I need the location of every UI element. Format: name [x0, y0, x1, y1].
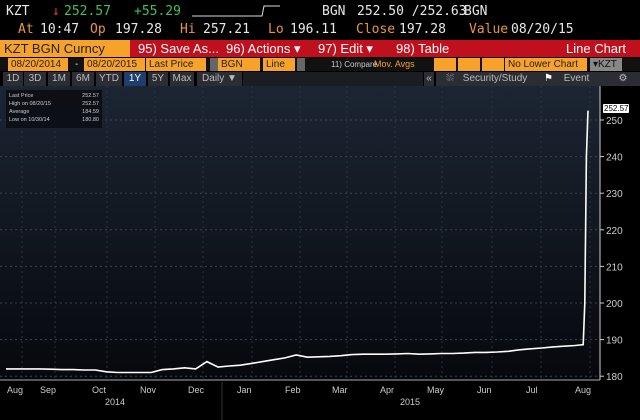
open-value: 197.28	[115, 22, 162, 37]
period-6m[interactable]: 6M	[72, 72, 94, 86]
currency: BGN	[322, 4, 346, 19]
compare-button[interactable]: 11) Compare	[328, 58, 377, 71]
settings-button[interactable]: ⚙	[606, 72, 640, 86]
period-1d[interactable]: 1D	[3, 72, 23, 86]
legend: Last Price 252.57 High on 08/20/15 252.57 …	[6, 90, 102, 128]
year-label: 2014	[105, 397, 125, 407]
x-tick-label: Dec	[188, 385, 205, 395]
at-label: At	[18, 22, 34, 37]
period-1y[interactable]: 1Y	[124, 72, 146, 86]
period-5y[interactable]: 5Y	[148, 72, 168, 86]
field-select[interactable]: Last Price	[146, 58, 206, 71]
bid-ask: 252.50 /252.63	[357, 4, 467, 19]
y-tick-label: 210	[606, 262, 623, 273]
save-as-button[interactable]: 95) Save As...	[134, 40, 219, 57]
x-tick-label: Oct	[92, 385, 107, 395]
high-value: 257.21	[203, 22, 250, 37]
dropdown-icon[interactable]	[210, 58, 218, 71]
open-label: Op	[90, 22, 106, 37]
y-tick-label: 190	[606, 336, 623, 347]
collapse-button[interactable]: «	[424, 72, 434, 86]
chart-icon: ⛆	[446, 73, 454, 84]
y-tick-label: 220	[606, 226, 623, 237]
mov-avgs-button[interactable]: Mov. Avgs	[371, 58, 415, 71]
low-label: Lo	[268, 22, 284, 37]
ccy-label: KZT	[598, 59, 617, 70]
ccy-select[interactable]: ▾KZT	[590, 58, 622, 71]
x-tick-label: Aug	[7, 385, 23, 395]
period-1m[interactable]: 1M	[48, 72, 70, 86]
period-max[interactable]: Max	[170, 72, 194, 86]
time: 10:47	[40, 22, 80, 37]
end-date-input[interactable]: 08/20/2015	[84, 58, 145, 71]
x-tick-label: Apr	[380, 385, 394, 395]
flag-icon: ⚑	[544, 73, 553, 84]
x-tick-label: Aug	[575, 385, 591, 395]
currency2: BGN	[464, 4, 488, 19]
y-tick-label: 230	[606, 189, 623, 200]
close-value: 197.28	[399, 22, 446, 37]
currency-select[interactable]: BGN	[218, 58, 260, 71]
dropdown-icon[interactable]	[297, 58, 305, 71]
security-study-label: Security/Study	[462, 73, 528, 84]
start-date-input[interactable]: 08/20/2014	[8, 58, 68, 71]
legend-avg: 184.59	[82, 109, 99, 115]
period-ytd[interactable]: YTD	[96, 72, 122, 86]
spacer	[243, 72, 423, 86]
price-chart: 180 190 200 210 220 230 240 250 Aug Sep Oct Nov Dec J…	[0, 86, 623, 420]
y-tick-label: 240	[606, 153, 623, 164]
y-tick-label: 200	[606, 299, 623, 310]
frequency-select[interactable]: Daily ▼	[197, 72, 242, 86]
close-label: Close	[356, 22, 396, 37]
actions-button[interactable]: 96) Actions ▾	[222, 40, 300, 57]
last-price: 252.57	[64, 4, 111, 19]
chart-type-title: Line Chart	[566, 41, 626, 56]
legend-avg-label: Average	[9, 109, 30, 115]
legend-last-label: Last Price	[9, 93, 34, 99]
x-tick-label: Jul	[526, 385, 538, 395]
year-label: 2015	[400, 397, 420, 407]
gear-icon: ⚙	[618, 73, 628, 84]
x-tick-label: Feb	[285, 385, 301, 395]
high-label: Hi	[180, 22, 196, 37]
edit-button[interactable]: 97) Edit ▾	[314, 40, 373, 57]
value-date: 08/20/15	[511, 22, 574, 37]
legend-last: 252.57	[82, 93, 99, 99]
last-value-label: 252.57	[603, 104, 630, 113]
legend-low-label: Low on 10/30/14	[9, 117, 50, 123]
ticker: KZT	[6, 4, 30, 19]
y-tick-label: 180	[606, 372, 623, 383]
event-label: Event	[563, 73, 590, 84]
x-tick-label: May	[427, 385, 445, 395]
x-tick-label: Nov	[140, 385, 157, 395]
table-button[interactable]: 98) Table	[392, 40, 449, 57]
edit-label: 97) Edit	[318, 41, 363, 56]
down-arrow-icon: ↓	[52, 4, 60, 19]
date-dash: -	[75, 59, 79, 70]
y-tick-label: 250	[606, 116, 623, 127]
lower-chart-select[interactable]: No Lower Chart	[505, 58, 587, 71]
x-tick-label: Jun	[477, 385, 492, 395]
blank-field[interactable]	[458, 58, 480, 71]
x-tick-label: Sep	[40, 385, 56, 395]
net-change: +55.29	[134, 4, 181, 19]
period-3d[interactable]: 3D	[24, 72, 46, 86]
x-tick-label: Mar	[332, 385, 348, 395]
security-field[interactable]: KZT BGN Curncy	[0, 40, 130, 57]
x-tick-label: Jan	[237, 385, 252, 395]
legend-high: 252.57	[82, 101, 99, 107]
event-button[interactable]: ⚑ Event	[534, 72, 604, 86]
value-label: Value	[469, 22, 509, 37]
low-value: 196.11	[290, 22, 337, 37]
legend-low: 180.80	[82, 117, 99, 123]
sparkline	[192, 5, 280, 17]
blank-field[interactable]	[482, 58, 504, 71]
blank-field[interactable]	[434, 58, 456, 71]
actions-label: 96) Actions	[226, 41, 291, 56]
legend-high-label: High on 08/20/15	[9, 101, 51, 107]
style-select[interactable]: Line	[263, 58, 295, 71]
